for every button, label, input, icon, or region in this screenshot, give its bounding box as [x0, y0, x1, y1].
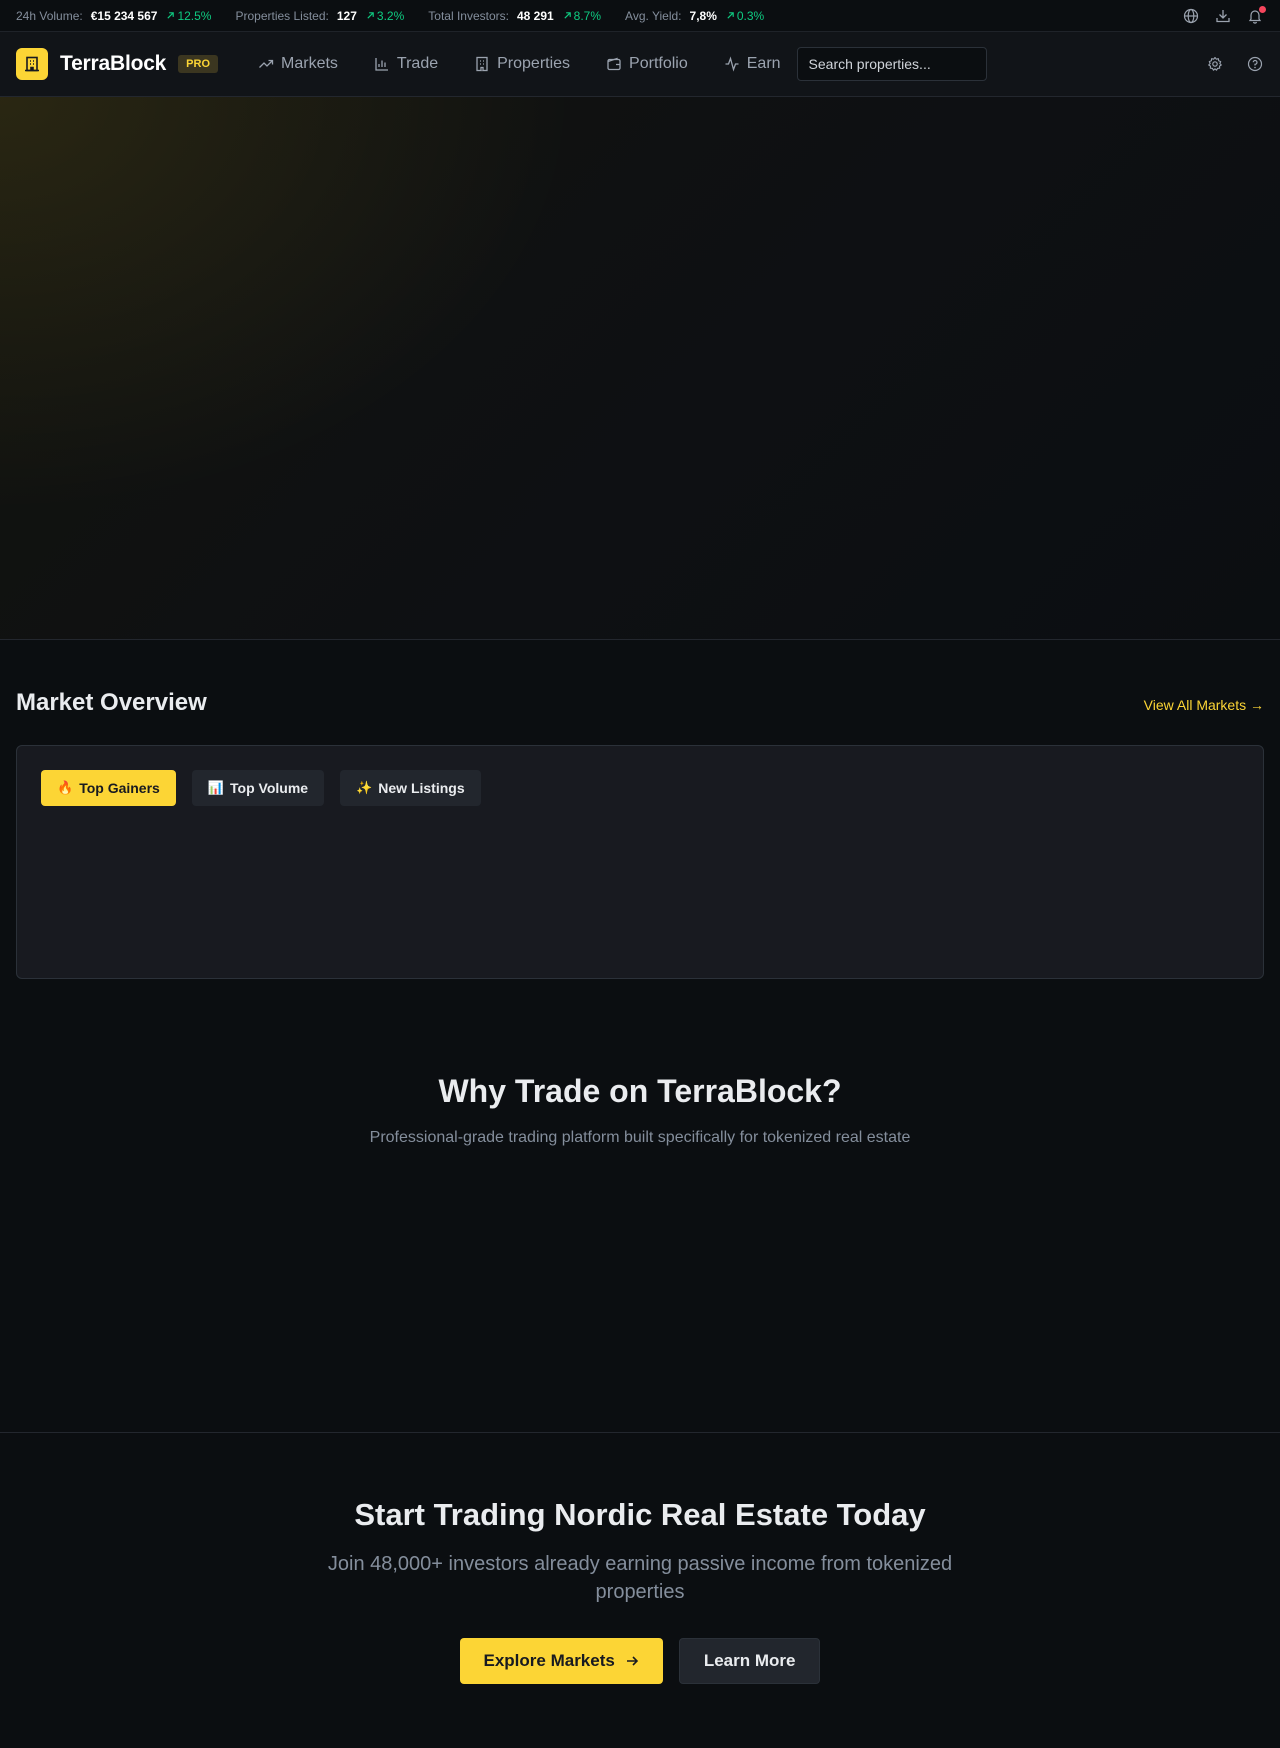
button-label: Explore Markets: [483, 1651, 615, 1670]
globe-icon[interactable]: [1182, 7, 1200, 25]
stat-label: Total Investors:: [428, 8, 509, 23]
search-input[interactable]: [796, 47, 987, 81]
section-divider: [0, 1432, 1280, 1433]
stat-change-value: 0.3%: [736, 8, 765, 23]
cta-subtitle: Join 48,000+ investors already earning p…: [327, 1553, 953, 1603]
nav-markets[interactable]: Markets: [258, 55, 338, 73]
explore-markets-button[interactable]: Explore Markets: [459, 1638, 663, 1684]
stat-label: 24h Volume:: [16, 8, 83, 23]
stat-value: 7,8%: [689, 8, 717, 23]
stat-properties-listed: Properties Listed: 127 3.2%: [235, 9, 404, 23]
nav-label: Trade: [396, 55, 439, 72]
learn-more-button[interactable]: Learn More: [678, 1638, 821, 1684]
stat-label: Avg. Yield:: [625, 8, 682, 23]
market-overview-title: Market Overview: [16, 689, 207, 716]
notification-dot: [1259, 5, 1266, 13]
stat-value: 48 291: [516, 8, 554, 23]
tab-label: New Listings: [378, 780, 465, 796]
why-title: Why Trade on TerraBlock?: [438, 1073, 842, 1109]
main-nav: Markets Trade Properties Portfolio Earn: [258, 55, 797, 73]
tab-label: Top Volume: [230, 780, 309, 796]
bell-icon[interactable]: [1246, 5, 1266, 25]
download-icon[interactable]: [1214, 7, 1232, 25]
stat-value: 127: [336, 8, 357, 23]
nav-trade[interactable]: Trade: [374, 55, 438, 73]
pro-badge: PRO: [178, 55, 219, 73]
ticker-actions: [1168, 5, 1266, 25]
bar-chart-icon: [375, 58, 388, 71]
arrow-up-right-icon: [727, 12, 734, 19]
logo[interactable]: [16, 48, 48, 80]
nav-label: Properties: [497, 55, 571, 72]
arrow-up-right-icon: [367, 12, 374, 19]
main-header: TerraBlock PRO Markets Trade Properties …: [0, 32, 1280, 97]
header-actions: [1184, 55, 1264, 73]
nav-label: Earn: [746, 55, 781, 72]
arrow-up-right-icon: [564, 12, 571, 19]
nav-properties[interactable]: Properties: [474, 55, 570, 73]
button-label: Learn More: [703, 1651, 796, 1670]
nav-portfolio[interactable]: Portfolio: [606, 55, 688, 73]
stat-change-value: 12.5%: [177, 8, 212, 23]
stat-change: 3.2%: [366, 9, 404, 23]
stat-label: Properties Listed:: [235, 8, 329, 23]
cta-buttons: Explore Markets Learn More: [0, 1638, 1280, 1684]
fire-icon: 🔥: [57, 780, 74, 795]
tab-label: Top Gainers: [79, 780, 160, 796]
view-all-markets-link[interactable]: View All Markets →: [1144, 697, 1264, 713]
nav-label: Portfolio: [629, 55, 688, 72]
building-icon: [476, 56, 488, 72]
tab-top-gainers[interactable]: 🔥 Top Gainers: [41, 770, 176, 806]
cta-title: Start Trading Nordic Real Estate Today: [354, 1497, 926, 1532]
building-logo-icon: [25, 56, 39, 72]
activity-icon: [725, 56, 739, 72]
tab-top-volume[interactable]: 📊 Top Volume: [191, 770, 325, 806]
stat-value: €15 234 567: [90, 8, 158, 23]
why-subtitle: Professional-grade trading platform buil…: [369, 1129, 911, 1146]
hero-section: [0, 97, 1280, 640]
help-icon[interactable]: [1246, 55, 1264, 73]
brand-name[interactable]: TerraBlock: [60, 52, 166, 76]
stat-24h-volume: 24h Volume: €15 234 567 12.5%: [16, 9, 211, 23]
chart-icon: 📊: [207, 780, 225, 795]
nav-label: Markets: [281, 55, 338, 72]
gear-icon[interactable]: [1206, 55, 1224, 73]
market-overview-card: 🔥 Top Gainers 📊 Top Volume ✨ New Listing…: [16, 745, 1264, 979]
stat-change: 8.7%: [563, 9, 601, 23]
wallet-icon: [607, 57, 621, 71]
arrow-up-right-icon: [167, 12, 175, 19]
market-tabs: 🔥 Top Gainers 📊 Top Volume ✨ New Listing…: [41, 770, 497, 806]
tab-new-listings[interactable]: ✨ New Listings: [340, 770, 481, 806]
nav-earn[interactable]: Earn: [724, 55, 781, 73]
arrow-right-icon: [626, 1656, 638, 1666]
stat-change: 0.3%: [726, 9, 764, 23]
stats-ticker-bar: 24h Volume: €15 234 567 12.5% Properties…: [0, 0, 1280, 32]
sparkles-icon: ✨: [356, 780, 373, 795]
stat-total-investors: Total Investors: 48 291 8.7%: [428, 9, 601, 23]
trending-up-icon: [259, 59, 274, 68]
stat-change-value: 8.7%: [573, 8, 602, 23]
stat-change: 12.5%: [166, 9, 211, 23]
stat-avg-yield: Avg. Yield: 7,8% 0.3%: [625, 9, 764, 23]
stat-change-value: 3.2%: [376, 8, 405, 23]
